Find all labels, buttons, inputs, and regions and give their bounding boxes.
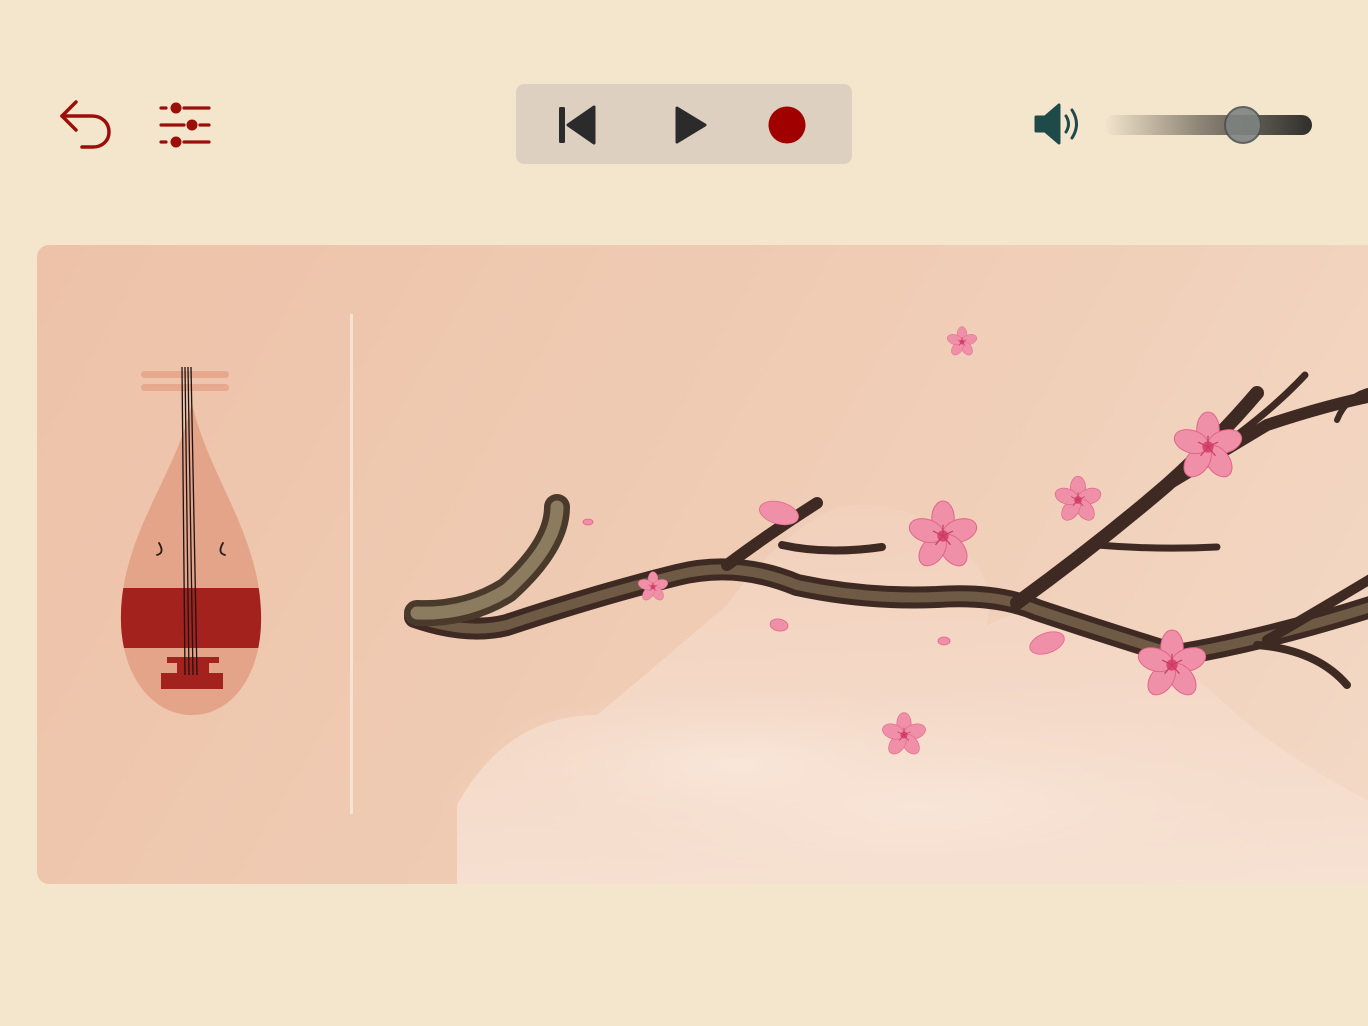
pipa-icon (120, 366, 262, 715)
back-button[interactable] (56, 96, 114, 154)
play-icon (675, 106, 707, 144)
volume-slider[interactable] (1104, 106, 1312, 144)
undo-arrow-icon (60, 100, 111, 149)
panel-divider (350, 314, 353, 814)
pipa-instrument[interactable] (119, 363, 265, 723)
instrument-stage (37, 245, 1368, 884)
skip-back-icon (559, 105, 596, 145)
play-button[interactable] (667, 102, 713, 148)
record-icon (768, 106, 806, 144)
settings-button[interactable] (158, 98, 214, 154)
sliders-icon (159, 102, 211, 148)
volume-button[interactable] (1032, 99, 1084, 149)
skip-back-button[interactable] (554, 102, 600, 148)
transport-controls (516, 84, 852, 164)
speaker-icon (1034, 103, 1078, 145)
record-button[interactable] (764, 102, 810, 148)
app-screen (0, 0, 1368, 1026)
volume-slider-thumb[interactable] (1224, 106, 1262, 144)
instrument-panel (37, 245, 353, 884)
